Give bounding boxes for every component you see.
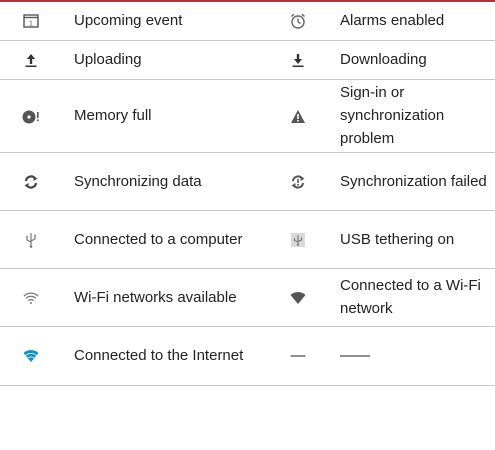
list-item-label: —— bbox=[328, 326, 495, 386]
icon-cell bbox=[268, 79, 328, 153]
icon-cell bbox=[0, 40, 62, 80]
icon-cell: 1 bbox=[0, 1, 62, 41]
list-item-label: Connected to the Internet bbox=[62, 326, 268, 386]
list-item-label: Memory full bbox=[62, 79, 268, 153]
sync-failed-icon bbox=[288, 172, 308, 192]
upload-arrow-icon bbox=[21, 50, 41, 70]
alarm-clock-icon bbox=[288, 11, 308, 31]
icon-cell bbox=[0, 152, 62, 211]
icon-cell bbox=[0, 326, 62, 386]
table-row: Memory full Sign-in or synchronization p… bbox=[0, 79, 495, 153]
icon-cell bbox=[268, 268, 328, 327]
list-item-label: Wi-Fi networks available bbox=[62, 268, 268, 327]
list-item-label: Connected to a Wi-Fi network bbox=[328, 268, 495, 327]
list-item-label: Uploading bbox=[62, 40, 268, 80]
calendar-icon: 1 bbox=[21, 11, 41, 31]
list-item-label: USB tethering on bbox=[328, 210, 495, 269]
table-row: 1 Upcoming event Alarms enabled bbox=[0, 1, 495, 41]
calendar-icon-day: 1 bbox=[29, 21, 33, 28]
table-row: Uploading Downloading bbox=[0, 40, 495, 80]
list-item-label: Connected to a computer bbox=[62, 210, 268, 269]
icon-cell bbox=[0, 210, 62, 269]
icon-cell: — bbox=[268, 326, 328, 386]
list-item-label: Sign-in or synchronization problem bbox=[328, 79, 495, 153]
table-row: Synchronizing data Synchronization faile… bbox=[0, 152, 495, 211]
memory-full-icon bbox=[21, 106, 41, 126]
empty-icon-dash: — bbox=[290, 347, 306, 364]
warning-triangle-icon bbox=[288, 106, 308, 126]
list-item-label: Synchronizing data bbox=[62, 152, 268, 211]
sync-icon bbox=[21, 172, 41, 192]
wifi-available-icon bbox=[21, 288, 41, 308]
list-item-label: Synchronization failed bbox=[328, 152, 495, 211]
icon-cell bbox=[0, 79, 62, 153]
internet-connected-icon bbox=[21, 346, 41, 366]
list-item-label: Upcoming event bbox=[62, 1, 268, 41]
table-row: Wi-Fi networks available Connected to a … bbox=[0, 268, 495, 327]
wifi-connected-icon bbox=[288, 288, 308, 308]
icon-cell bbox=[268, 210, 328, 269]
list-item-label: Downloading bbox=[328, 40, 495, 80]
icon-cell bbox=[268, 152, 328, 211]
icon-cell bbox=[0, 268, 62, 327]
status-icons-table: 1 Upcoming event Alarms enabled Uploadin… bbox=[0, 0, 495, 386]
icon-cell bbox=[268, 1, 328, 41]
table-row: Connected to the Internet — —— bbox=[0, 326, 495, 386]
list-item-label: Alarms enabled bbox=[328, 1, 495, 41]
table-row: Connected to a computer USB tethering on bbox=[0, 210, 495, 269]
download-arrow-icon bbox=[288, 50, 308, 70]
usb-icon bbox=[21, 230, 41, 250]
usb-tethering-icon bbox=[288, 230, 308, 250]
icon-cell bbox=[268, 40, 328, 80]
